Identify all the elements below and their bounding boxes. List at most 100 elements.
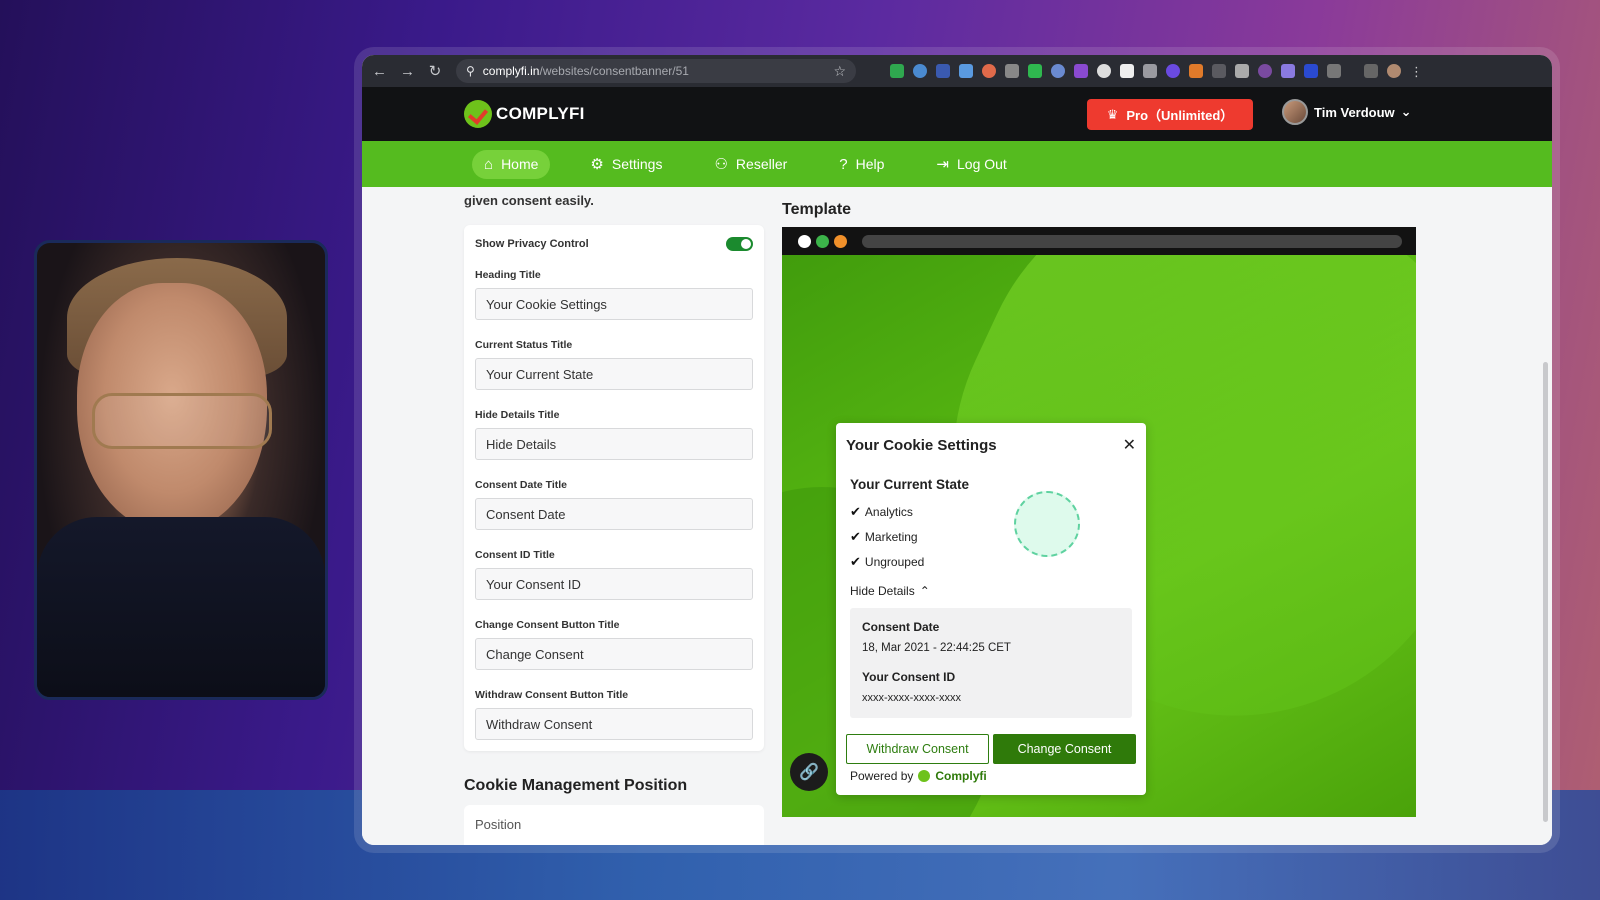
extensions-bar: ⋮ — [890, 64, 1423, 79]
logo-text: COMPLYFI — [496, 104, 585, 123]
reload-icon[interactable]: ↻ — [428, 62, 442, 80]
nav-logout[interactable]: ⇥ Log Out — [924, 149, 1018, 179]
consent-item: ✔ Ungrouped — [850, 554, 1136, 570]
puzzle-icon[interactable] — [1327, 64, 1341, 78]
page-content: given consent easily. Show Privacy Contr… — [362, 187, 1552, 845]
privacy-control-form: Show Privacy Control Heading Title Curre… — [464, 225, 764, 751]
template-preview: Your Cookie Settings ✕ Your Current Stat… — [782, 227, 1416, 817]
browser-window: ← → ↻ ⚲ complyfi.in/websites/consentbann… — [362, 55, 1552, 845]
back-icon[interactable]: ← — [372, 63, 387, 80]
current-state-title: Your Current State — [850, 477, 970, 492]
nav-settings[interactable]: ⚙ Settings — [578, 149, 674, 179]
hide-details-toggle[interactable]: Hide Details ⌃ — [850, 584, 1136, 598]
extension-icon[interactable] — [1120, 64, 1134, 78]
change-consent-button[interactable]: Change Consent — [993, 734, 1136, 764]
extension-icon[interactable] — [1074, 64, 1088, 78]
change-consent-title-label: Change Consent Button Title — [475, 619, 620, 631]
hide-details-title-input[interactable] — [475, 428, 753, 460]
nav-help[interactable]: ? Help — [827, 150, 896, 179]
nav-home[interactable]: ⌂ Home — [472, 149, 551, 179]
nav-settings-label: Settings — [611, 156, 663, 172]
consent-date-value: 18, Mar 2021 - 22:44:25 CET — [862, 642, 1011, 654]
extension-icon[interactable] — [982, 64, 996, 78]
extension-icon[interactable] — [936, 64, 950, 78]
complyfi-brand-icon — [918, 770, 931, 782]
consent-id-title-label: Consent ID Title — [475, 549, 555, 561]
check-icon: ✔ — [850, 554, 861, 569]
consent-item: ✔ Analytics — [850, 504, 1136, 520]
consent-id-value: xxxx-xxxx-xxxx-xxxx — [862, 692, 961, 704]
mock-dot — [834, 234, 847, 248]
withdraw-consent-title-input[interactable] — [475, 708, 753, 740]
extension-icon[interactable] — [1304, 64, 1318, 78]
extension-icon[interactable] — [1028, 64, 1042, 78]
consent-item-label: Analytics — [864, 505, 913, 519]
browser-toolbar: ← → ↻ ⚲ complyfi.in/websites/consentbann… — [362, 55, 1552, 87]
chevron-up-icon: ⌃ — [919, 584, 930, 598]
consent-id-title-input[interactable] — [475, 568, 753, 600]
nav-home-label: Home — [501, 156, 539, 172]
withdraw-consent-title-label: Withdraw Consent Button Title — [475, 689, 629, 701]
complyfi-logo[interactable]: COMPLYFI — [464, 100, 585, 128]
link-icon[interactable]: 🔗 — [790, 753, 828, 791]
home-icon: ⌂ — [484, 155, 494, 173]
extension-icon[interactable] — [959, 64, 973, 78]
address-bar[interactable]: ⚲ complyfi.in/websites/consentbanner/51 … — [456, 59, 856, 83]
current-status-title-input[interactable] — [475, 358, 753, 390]
consent-item-label: Marketing — [864, 530, 918, 544]
extension-icon[interactable] — [890, 64, 904, 78]
extension-icon[interactable] — [1005, 64, 1019, 78]
extension-icon[interactable] — [1051, 64, 1065, 78]
position-select[interactable]: Position — [464, 805, 764, 845]
mock-dot — [798, 234, 811, 248]
extension-icon[interactable] — [1189, 64, 1203, 78]
toggle-label: Show Privacy Control — [475, 238, 589, 250]
nav-logout-label: Log Out — [957, 156, 1007, 172]
heading-title-input[interactable] — [475, 288, 753, 320]
mock-browser-bar — [782, 227, 1416, 255]
scrollbar[interactable] — [1543, 362, 1548, 822]
more-menu-icon[interactable]: ⋮ — [1410, 64, 1423, 79]
url-host: complyfi.in — [482, 64, 540, 78]
extension-icon[interactable] — [1143, 64, 1157, 78]
consent-date-title-input[interactable] — [475, 498, 753, 530]
hide-details-title-label: Hide Details Title — [475, 409, 560, 421]
chevron-down-icon: ⌄ — [1400, 104, 1412, 119]
change-consent-title-input[interactable] — [475, 638, 753, 670]
site-info-icon[interactable]: ⚲ — [466, 64, 475, 78]
user-menu[interactable]: Tim Verdouw ⌄ — [1282, 99, 1412, 125]
modal-header: Your Cookie Settings ✕ — [846, 435, 1136, 455]
withdraw-consent-button[interactable]: Withdraw Consent — [846, 734, 989, 764]
close-icon[interactable]: ✕ — [1123, 435, 1136, 455]
current-status-title-label: Current Status Title — [475, 339, 573, 351]
powered-by-brand[interactable]: Complyfi — [935, 769, 986, 783]
cookie-position-heading: Cookie Management Position — [464, 777, 688, 794]
consent-id-label: Your Consent ID — [862, 670, 956, 684]
users-icon: ⚇ — [714, 156, 728, 173]
pro-plan-button[interactable]: ♛ Pro（Unlimited） — [1087, 99, 1253, 130]
download-icon[interactable] — [1364, 64, 1378, 78]
avatar — [1282, 99, 1308, 125]
heading-title-label: Heading Title — [475, 269, 541, 281]
forward-icon[interactable]: → — [400, 63, 415, 80]
powered-by: Powered by Complyfi — [850, 769, 1136, 783]
url-path: /websites/consentbanner/51 — [539, 64, 689, 78]
extension-icon[interactable] — [1097, 64, 1111, 78]
extension-icon[interactable] — [913, 64, 927, 78]
extension-icon[interactable] — [1235, 64, 1249, 78]
extension-icon[interactable] — [1212, 64, 1226, 78]
bookmark-star-icon[interactable]: ☆ — [833, 63, 846, 80]
nav-reseller[interactable]: ⚇ Reseller — [702, 149, 799, 179]
modal-title: Your Cookie Settings — [846, 436, 997, 454]
app-header: COMPLYFI ♛ Pro（Unlimited） Tim Verdouw ⌄ — [362, 87, 1552, 141]
webcam-hoodie — [37, 517, 325, 697]
show-privacy-control-toggle[interactable] — [726, 237, 753, 251]
extension-icon[interactable] — [1281, 64, 1295, 78]
profile-avatar-icon[interactable] — [1387, 64, 1401, 78]
nav-help-label: Help — [855, 156, 885, 172]
extension-icon[interactable] — [1258, 64, 1272, 78]
extension-icon[interactable] — [1166, 64, 1180, 78]
check-icon: ✔ — [850, 504, 861, 519]
gear-icon: ⚙ — [590, 156, 604, 173]
webcam-glasses — [92, 393, 272, 449]
